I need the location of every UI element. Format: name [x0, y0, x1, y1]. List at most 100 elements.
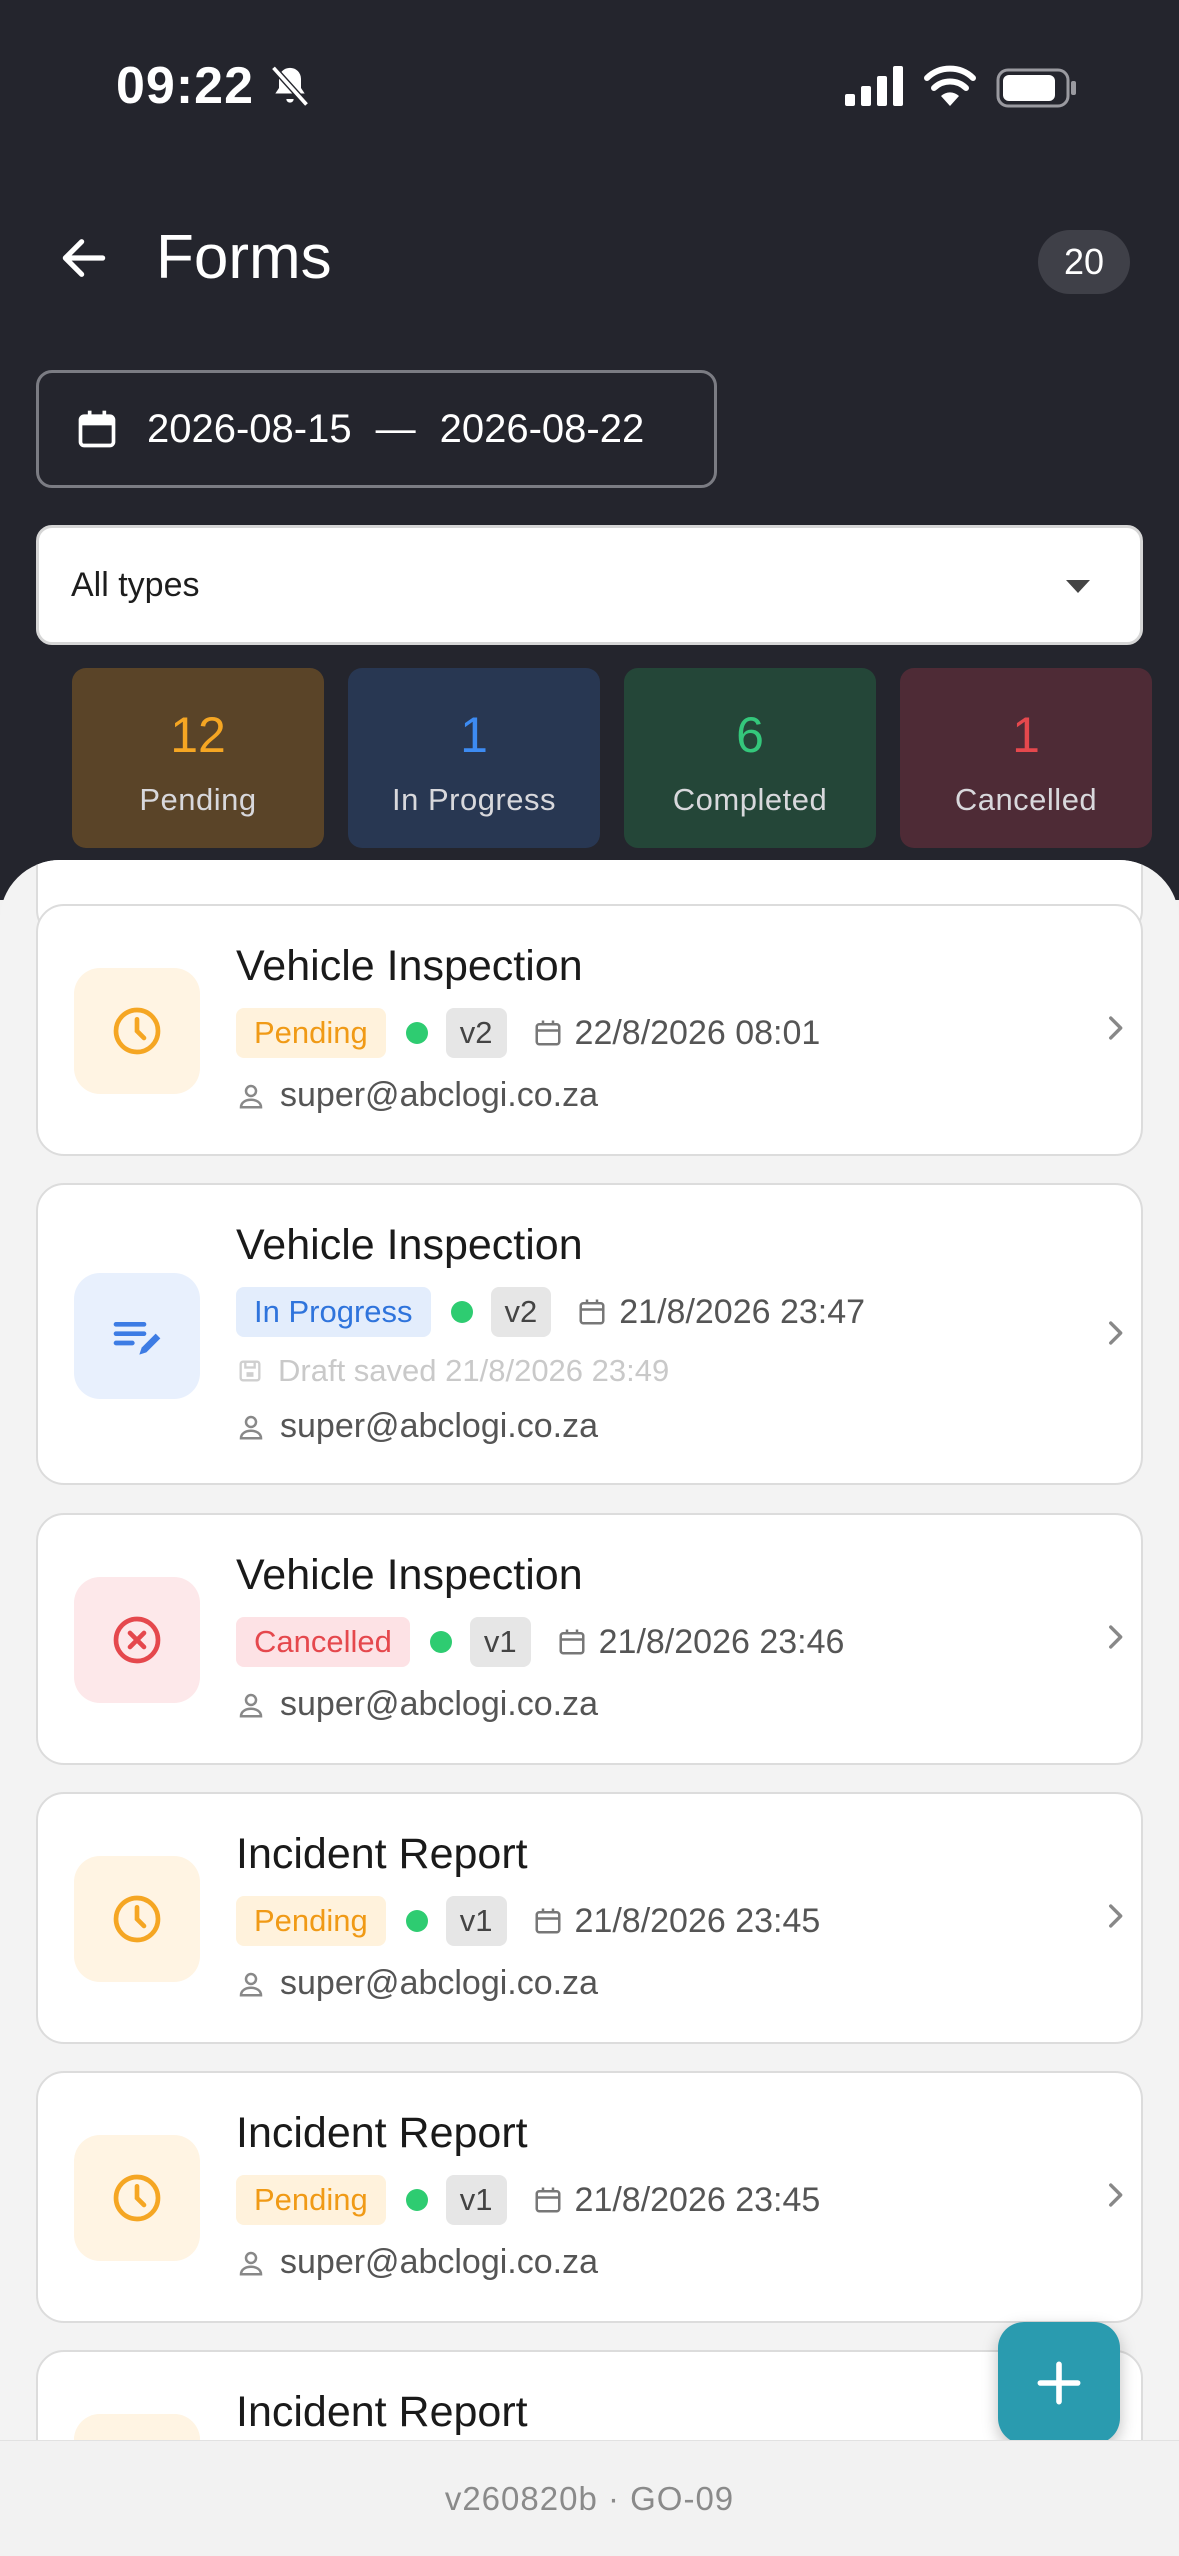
- status-time: 09:22: [116, 57, 254, 115]
- user-icon: [239, 1972, 263, 1996]
- stat-pending[interactable]: 12 Pending: [72, 668, 324, 848]
- form-user-email: super@abclogi.co.za: [280, 1685, 599, 1723]
- form-title: Vehicle Inspection: [236, 942, 583, 990]
- plus-icon: [1037, 2361, 1081, 2405]
- chevron-right-icon: [1109, 1904, 1123, 1928]
- form-user: super@abclogi.co.za: [236, 1407, 598, 1446]
- calendar-icon: [579, 1299, 605, 1325]
- user-icon: [239, 1084, 263, 1108]
- calendar-icon: [535, 1908, 561, 1934]
- stat-value: 1: [460, 707, 488, 763]
- chevron-container: [1098, 1617, 1132, 1662]
- status-icon-tile: [74, 1273, 200, 1399]
- status-icon-tile: [74, 968, 200, 1094]
- page-title: Forms: [156, 223, 332, 292]
- bell-muted-icon: [271, 65, 309, 107]
- form-user-email: super@abclogi.co.za: [280, 1407, 599, 1445]
- form-meta: Cancelled v1 21/8/2026 23:46: [236, 1615, 844, 1669]
- chevron-container: [1098, 1008, 1132, 1053]
- version-badge: v1: [445, 2175, 507, 2225]
- stat-value: 1: [1012, 707, 1040, 763]
- form-date: 21/8/2026 23:47: [577, 1293, 865, 1332]
- status-icon-tile: [74, 2135, 200, 2261]
- save-icon: [239, 1360, 261, 1382]
- date-range-picker[interactable]: 2026-08-15 — 2026-08-22: [36, 370, 717, 488]
- status-badge: Pending: [236, 2175, 386, 2225]
- type-filter-value: All types: [71, 565, 200, 604]
- form-user-email: super@abclogi.co.za: [280, 1964, 599, 2002]
- app-version: v260820b · GO-09: [0, 2440, 1179, 2556]
- sync-dot: [405, 1910, 428, 1932]
- chevron-container: [1098, 1896, 1132, 1941]
- sync-dot: [429, 1631, 452, 1653]
- stat-label: Completed: [672, 782, 828, 817]
- form-list-item[interactable]: Incident Report Pending v1 21/8/2026 23:45 s…: [36, 2071, 1143, 2323]
- forms-count-badge: 20: [1038, 230, 1130, 294]
- form-user: super@abclogi.co.za: [236, 1685, 598, 1724]
- form-list-item[interactable]: Vehicle Inspection Pending v2 22/8/2026 08:…: [36, 904, 1143, 1156]
- status-badge: In Progress: [236, 1287, 431, 1337]
- stat-label: In Progress: [391, 782, 556, 817]
- sync-dot: [405, 2189, 428, 2211]
- calendar-icon: [78, 410, 116, 448]
- cancel-circle-icon: [113, 1616, 161, 1664]
- form-meta: Pending v2 22/8/2026 08:01: [236, 1006, 820, 1060]
- dropdown-caret-icon: [1066, 580, 1090, 593]
- version-badge: v1: [445, 1896, 507, 1946]
- version-badge: v2: [490, 1287, 552, 1337]
- stat-value: 6: [736, 707, 764, 763]
- form-date-text: 21/8/2026 23:45: [574, 1901, 821, 1940]
- stat-label: Cancelled: [954, 782, 1098, 817]
- form-user-email: super@abclogi.co.za: [280, 1076, 599, 1114]
- user-icon: [239, 2251, 263, 2275]
- form-date: 21/8/2026 23:45: [533, 2180, 821, 2220]
- form-list-item[interactable]: Vehicle Inspection Cancelled v1 21/8/2026 2…: [36, 1513, 1143, 1765]
- user-icon: [239, 1693, 263, 1717]
- form-meta: Pending v1 21/8/2026 23:45: [236, 1894, 820, 1948]
- form-list-item[interactable]: Incident Report Pending v1 21/8/2026 23:45 s…: [36, 1792, 1143, 2044]
- chevron-container: [1098, 2175, 1132, 2220]
- calendar-icon: [535, 2187, 561, 2213]
- chevron-right-icon: [1109, 2183, 1123, 2207]
- type-filter-select[interactable]: All types: [36, 525, 1143, 645]
- form-list-item[interactable]: Vehicle Inspection In Progress v2 21/8/2026…: [36, 1183, 1143, 1485]
- stat-label: Pending: [139, 782, 257, 817]
- form-title: Incident Report: [236, 2388, 528, 2436]
- user-icon: [239, 1415, 263, 1439]
- version-badge: v2: [445, 1008, 507, 1058]
- form-meta: Pending v1 21/8/2026 23:45: [236, 2173, 820, 2227]
- wifi-icon: [924, 65, 976, 106]
- forms-list[interactable]: Vehicle Inspection Pending v2 22/8/2026 08:…: [0, 860, 1179, 2440]
- status-icon-tile: [74, 2414, 200, 2440]
- draft-saved-note: Draft saved 21/8/2026 23:49: [236, 1353, 669, 1389]
- add-form-button[interactable]: [998, 2322, 1120, 2444]
- sync-dot: [450, 1301, 473, 1323]
- stat-cancelled[interactable]: 1 Cancelled: [900, 668, 1152, 848]
- form-meta: In Progress v2 21/8/2026 23:47: [236, 1285, 865, 1339]
- date-from: 2026-08-15: [147, 406, 352, 451]
- clock-icon: [113, 1895, 161, 1943]
- form-list-item[interactable]: Incident Report: [36, 2350, 1143, 2440]
- form-user-email: super@abclogi.co.za: [280, 2243, 599, 2281]
- form-user: super@abclogi.co.za: [236, 1076, 598, 1115]
- form-date-text: 21/8/2026 23:45: [574, 2180, 821, 2219]
- stat-completed[interactable]: 6 Completed: [624, 668, 876, 848]
- status-badge: Pending: [236, 1896, 386, 1946]
- chevron-right-icon: [1109, 1625, 1123, 1649]
- date-separator: —: [375, 406, 416, 451]
- form-date: 22/8/2026 08:01: [533, 1014, 820, 1053]
- clock-icon: [113, 1007, 161, 1055]
- chevron-container: [1098, 1313, 1132, 1358]
- status-bar: 09:22: [0, 0, 1179, 175]
- stat-in-progress[interactable]: 1 In Progress: [348, 668, 600, 848]
- form-date: 21/8/2026 23:46: [557, 1623, 844, 1662]
- battery-icon: [996, 68, 1076, 108]
- edit-note-icon: [113, 1322, 161, 1355]
- stat-value: 12: [170, 707, 226, 763]
- version-badge: v1: [469, 1617, 531, 1667]
- signal-icon: [845, 66, 903, 106]
- form-title: Vehicle Inspection: [236, 1551, 583, 1599]
- back-arrow-icon[interactable]: [56, 230, 112, 286]
- form-date-text: 21/8/2026 23:47: [619, 1292, 866, 1331]
- status-icon-tile: [74, 1856, 200, 1982]
